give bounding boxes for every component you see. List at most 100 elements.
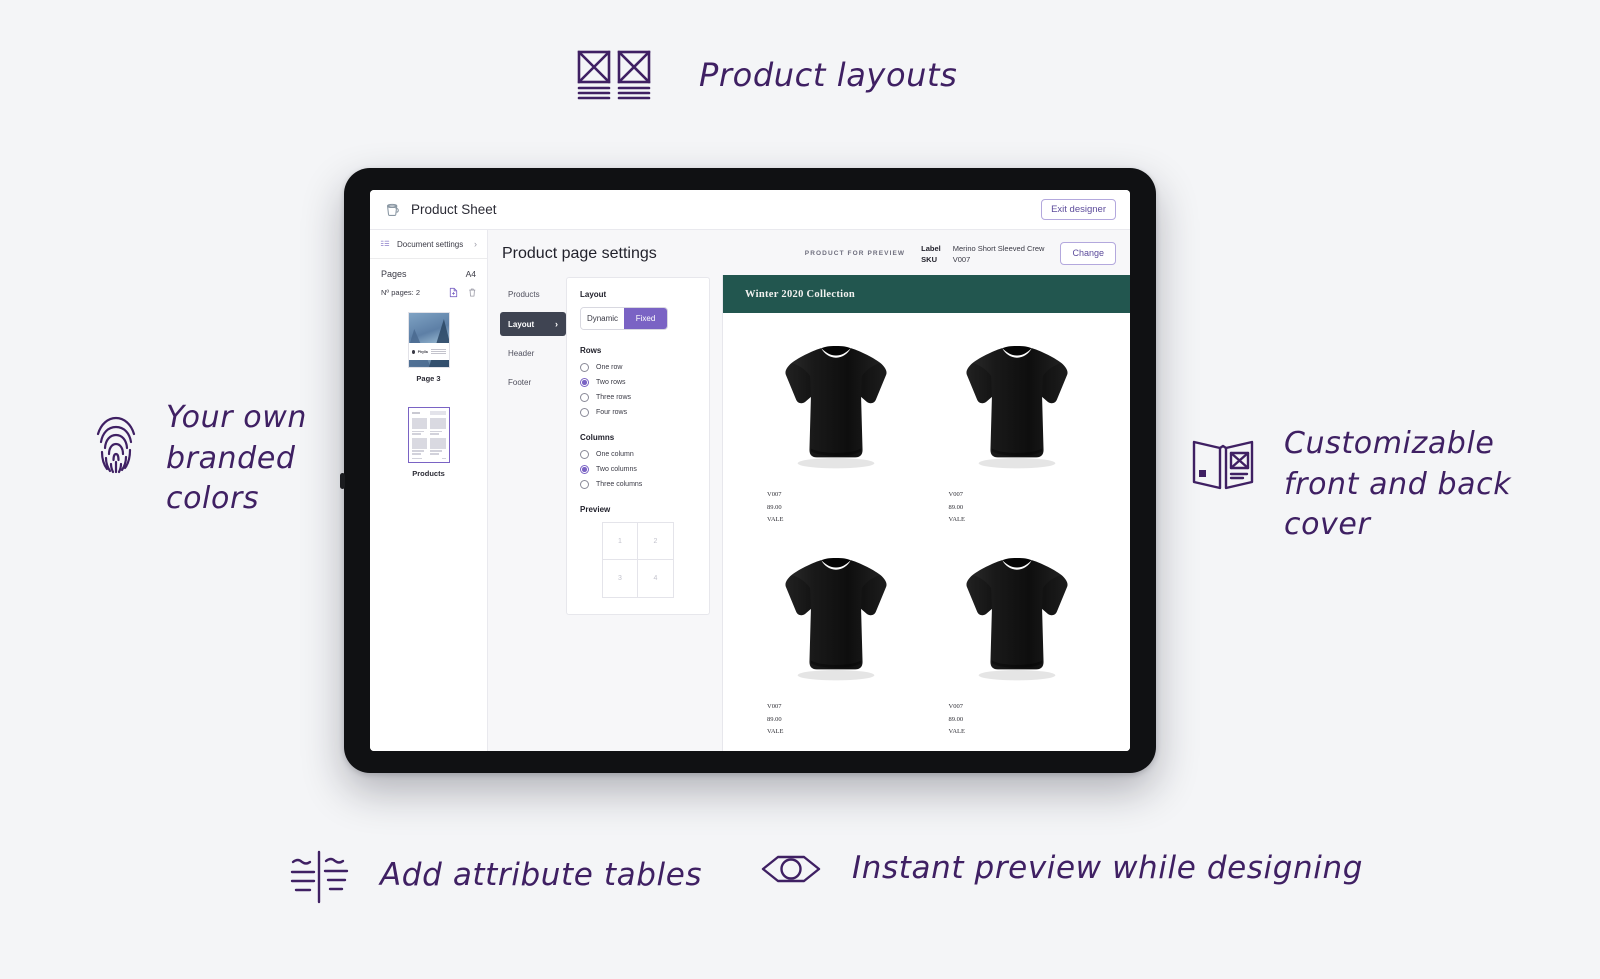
- option-label: Two columns: [596, 466, 637, 473]
- product-brand: VALE: [948, 516, 966, 524]
- layout-preview-grid: 1 2 3 4: [602, 522, 674, 598]
- layout-mode-fixed[interactable]: Fixed: [624, 308, 667, 329]
- product-sku: V007: [767, 491, 782, 498]
- annotation-label: Add attribute tables: [380, 857, 703, 894]
- eye-icon: [760, 848, 822, 890]
- columns-option-one[interactable]: One column: [580, 450, 696, 459]
- nav-label: Header: [508, 349, 535, 358]
- layout-mode-dynamic[interactable]: Dynamic: [581, 308, 624, 329]
- nav-label: Products: [508, 290, 540, 299]
- option-label: One row: [596, 364, 623, 371]
- app-body: Document settings › Pages A4 Nº pages: 2: [370, 230, 1130, 751]
- columns-heading: Columns: [580, 433, 615, 442]
- product-brand: VALE: [767, 728, 784, 736]
- annotation-label: Your own branded colors: [166, 400, 307, 516]
- layout-heading: Layout: [580, 290, 607, 299]
- settings-nav-item-layout[interactable]: Layout ›: [500, 312, 566, 336]
- document-settings-label: Document settings: [397, 239, 464, 249]
- product-brand: VALE: [767, 516, 784, 524]
- cover-logo-text: Phylla: [417, 349, 428, 354]
- product-price: 89.00: [948, 715, 964, 723]
- chevron-right-icon: ›: [555, 319, 558, 329]
- page-thumbnail-products[interactable]: Products: [407, 407, 450, 478]
- nav-label: Layout: [508, 319, 535, 329]
- app-window: Product Sheet Exit designer Document set…: [370, 190, 1130, 751]
- page-actions: [449, 287, 477, 298]
- list-settings-icon: [380, 239, 390, 249]
- product-card: V007 89.00 VALE: [927, 539, 1109, 751]
- annotation-label: Instant preview while designing: [852, 850, 1364, 887]
- thumbnail-label: Page 3: [416, 374, 441, 383]
- preview-kicker: PRODUCT FOR PREVIEW: [804, 250, 906, 257]
- columns-option-two[interactable]: Two columns: [580, 465, 696, 474]
- sku-value: V007: [952, 254, 971, 264]
- workspace: Products Layout › Header Footer Layout D…: [488, 275, 1130, 751]
- trash-icon[interactable]: [468, 287, 477, 298]
- fingerprint-icon: [92, 412, 140, 474]
- open-brochure-icon: [1190, 434, 1256, 492]
- settings-nav-item-header[interactable]: Header: [500, 342, 566, 365]
- nav-label: Footer: [508, 378, 532, 387]
- two-page-layout-icon: [575, 48, 655, 104]
- document-settings-row[interactable]: Document settings ›: [370, 230, 487, 259]
- num-pages-label: Nº pages: 2: [381, 288, 421, 297]
- product-card: V007 89.00 VALE: [927, 327, 1109, 539]
- app-title: Product Sheet: [411, 202, 497, 217]
- settings-nav-item-products[interactable]: Products: [500, 283, 566, 306]
- option-label: Two rows: [596, 379, 626, 386]
- product-price: 89.00: [948, 503, 964, 511]
- radio-icon: [580, 378, 589, 387]
- attribute-table-icon: [288, 848, 350, 904]
- product-meta: V007 89.00 VALE: [949, 489, 966, 527]
- annotation-branded-colors: Your own branded colors: [92, 398, 307, 520]
- label-key: Label: [921, 243, 941, 253]
- cover-logo-dot: [411, 349, 415, 354]
- tshirt-image: [958, 327, 1076, 477]
- option-label: Three rows: [596, 394, 632, 401]
- product-grid: V007 89.00 VALE V007 89.00 VALE V007 89.…: [723, 313, 1130, 751]
- preview-heading: Preview: [580, 505, 611, 514]
- brand: Product Sheet: [384, 201, 497, 218]
- annotation-product-layouts: Product layouts: [575, 48, 957, 104]
- rows-option-two[interactable]: Two rows: [580, 378, 696, 387]
- product-price: 89.00: [767, 503, 782, 511]
- thumbnail-image: [407, 407, 450, 463]
- thumbnail-label: Products: [412, 469, 445, 478]
- product-brand: VALE: [948, 728, 966, 736]
- sku-key: SKU: [921, 254, 937, 264]
- thumbnail-image: Phylla: [407, 312, 450, 368]
- meta-pairs: Label Merino Short Sleeved Crew SKU V007: [921, 244, 1044, 264]
- page-thumbnail-cover[interactable]: Phylla Page 3: [407, 312, 450, 383]
- tshirt-image: [777, 539, 895, 689]
- page-root: Product layouts Your own branded colors …: [0, 0, 1600, 979]
- preview-cell: 2: [638, 523, 673, 560]
- product-meta: V007 89.00 VALE: [949, 701, 966, 739]
- page-title: Product page settings: [502, 244, 657, 262]
- rows-option-three[interactable]: Three rows: [580, 393, 696, 402]
- exit-designer-button[interactable]: Exit designer: [1041, 198, 1116, 221]
- product-card: V007 89.00 VALE: [745, 327, 927, 539]
- layout-mode-toggle[interactable]: Dynamic Fixed: [580, 307, 668, 330]
- main-header: Product page settings PRODUCT FOR PREVIE…: [488, 230, 1130, 275]
- product-sku: V007: [948, 703, 963, 710]
- preview-cell: 4: [653, 575, 658, 582]
- change-product-button[interactable]: Change: [1060, 242, 1116, 265]
- settings-nav-item-footer[interactable]: Footer: [500, 371, 566, 394]
- document-header-band: Winter 2020 Collection: [723, 275, 1130, 313]
- cover-text-lines: [430, 348, 446, 355]
- pages-count-row: Nº pages: 2: [370, 281, 487, 298]
- tablet-device-frame: Product Sheet Exit designer Document set…: [340, 168, 1156, 773]
- rows-option-one[interactable]: One row: [580, 363, 696, 372]
- columns-option-three[interactable]: Three columns: [580, 480, 696, 489]
- rows-option-four[interactable]: Four rows: [580, 408, 696, 417]
- duplicate-page-icon[interactable]: [449, 287, 458, 298]
- radio-icon: [580, 408, 589, 417]
- radio-icon: [580, 450, 589, 459]
- annotation-attribute-tables: Add attribute tables: [288, 848, 702, 904]
- pages-label: Pages: [381, 269, 407, 279]
- product-price: 89.00: [767, 715, 782, 723]
- product-sku: V007: [767, 703, 782, 710]
- document-preview[interactable]: Winter 2020 Collection V007 89.00 VALE V…: [722, 275, 1130, 751]
- product-meta: V007 89.00 VALE: [767, 701, 784, 739]
- pages-header: Pages A4: [370, 259, 487, 281]
